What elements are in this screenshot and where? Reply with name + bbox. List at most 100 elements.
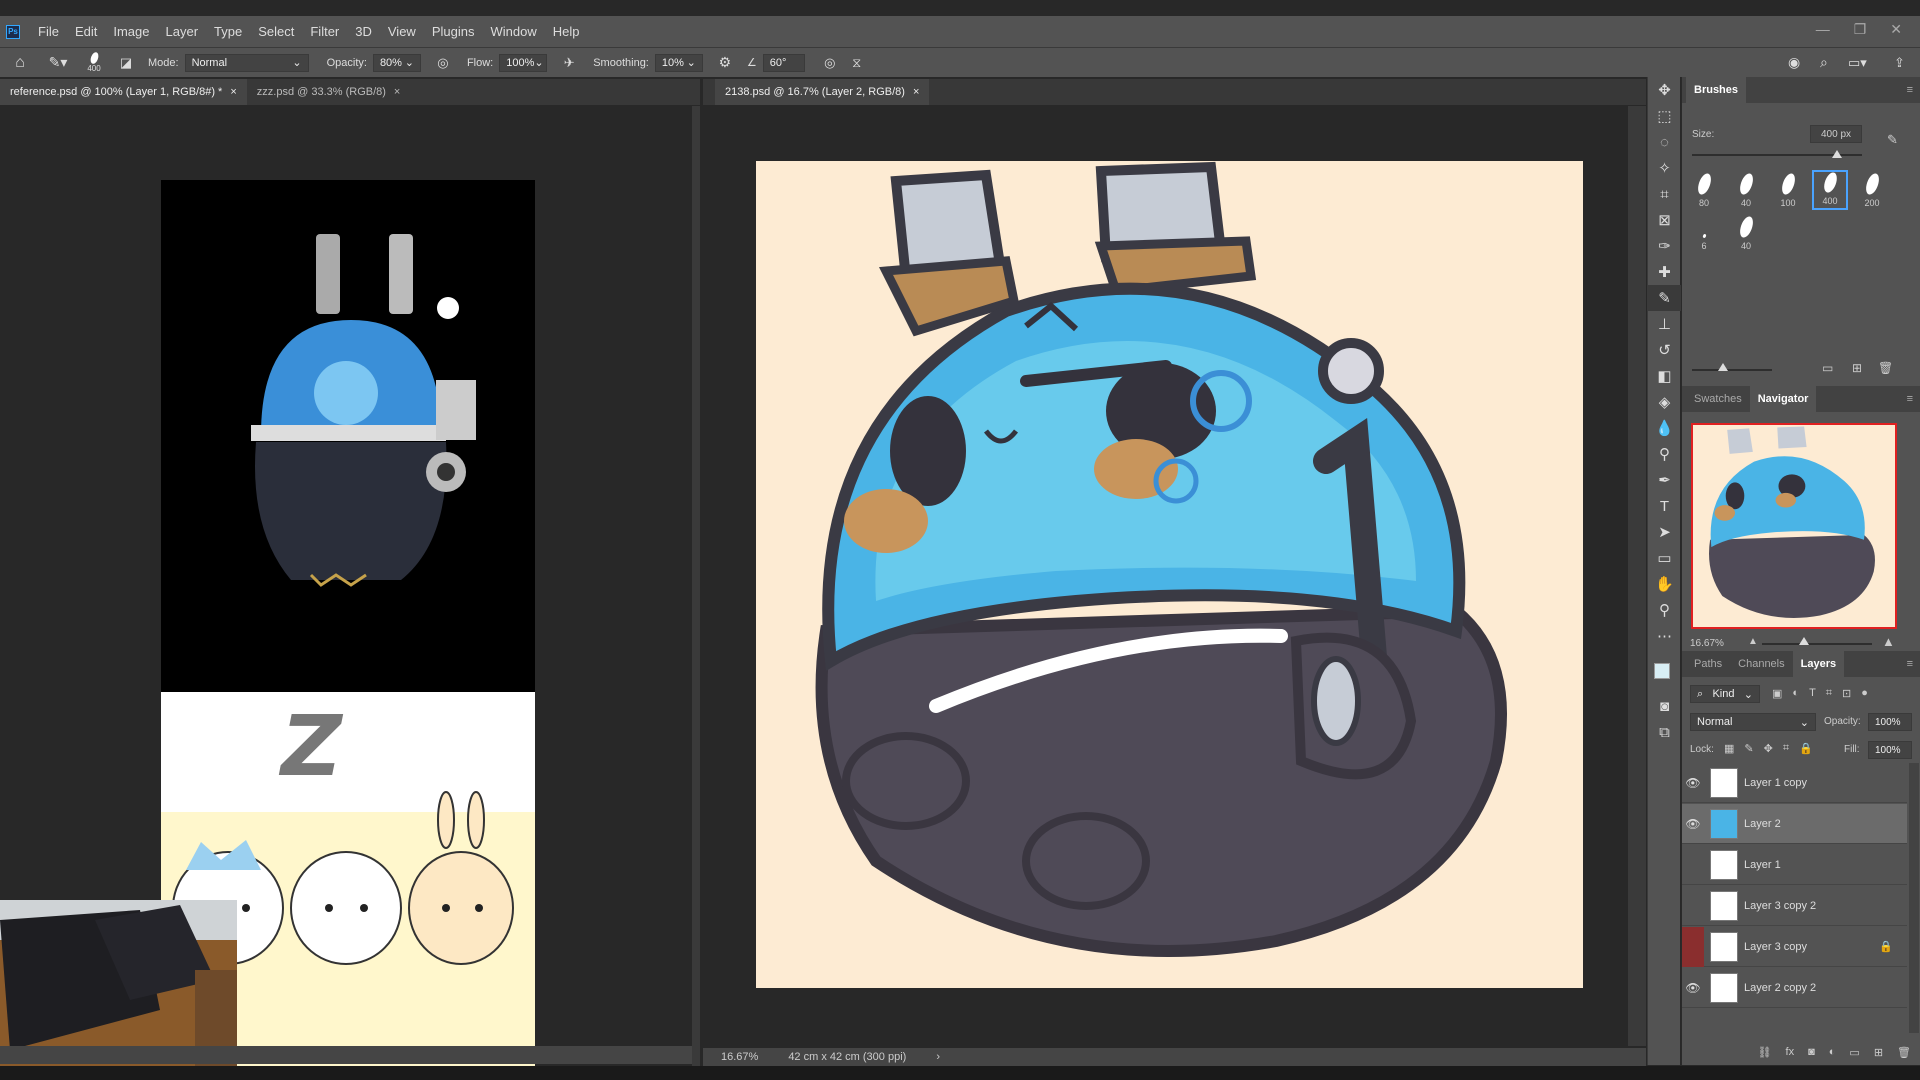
zoom-out-icon[interactable]: ▲ bbox=[1748, 636, 1758, 647]
navigator-zoom-handle[interactable] bbox=[1799, 637, 1809, 645]
lock-pixels-icon[interactable]: ✎ bbox=[1744, 742, 1753, 755]
tab-paths[interactable]: Paths bbox=[1686, 651, 1730, 677]
menu-select[interactable]: Select bbox=[250, 24, 302, 39]
share-icon[interactable]: ⇪ bbox=[1894, 55, 1905, 71]
navigator-zoom-slider[interactable] bbox=[1762, 643, 1872, 645]
opacity-field[interactable]: 80% ⌄ bbox=[372, 53, 421, 72]
layer-row[interactable]: Layer 3 copy 🔒 bbox=[1682, 926, 1907, 967]
angle-field[interactable]: 60° bbox=[762, 53, 805, 72]
workspace-icon[interactable]: ▭▾ bbox=[1848, 55, 1867, 71]
lock-transparency-icon[interactable]: ▦ bbox=[1724, 742, 1734, 755]
brush-preset[interactable]: 100 bbox=[1770, 170, 1806, 210]
close-window-icon[interactable]: ✕ bbox=[1890, 21, 1902, 38]
tab-2138[interactable]: 2138.psd @ 16.7% (Layer 2, RGB/8) × bbox=[715, 79, 930, 105]
close-icon[interactable]: × bbox=[394, 86, 400, 98]
preview-size-slider-handle[interactable] bbox=[1718, 363, 1728, 371]
menu-filter[interactable]: Filter bbox=[302, 24, 347, 39]
tab-zzz[interactable]: zzz.psd @ 33.3% (RGB/8) × bbox=[247, 79, 411, 105]
trash-icon[interactable]: 🗑 bbox=[1878, 361, 1893, 375]
new-brush-icon[interactable]: ⊞ bbox=[1852, 361, 1862, 375]
magic-wand-tool-icon[interactable]: ✧ bbox=[1648, 155, 1681, 181]
pressure-size-icon[interactable]: ◎ bbox=[815, 55, 845, 71]
zoom-in-icon[interactable]: ▲ bbox=[1882, 634, 1895, 649]
divider[interactable] bbox=[692, 106, 700, 1066]
filter-toggle-icon[interactable]: ● bbox=[1861, 687, 1868, 700]
panel-menu-icon[interactable]: ≡ bbox=[1907, 84, 1913, 96]
pen-tool-icon[interactable]: ✒ bbox=[1648, 467, 1681, 493]
brush-preset[interactable]: 40 bbox=[1728, 170, 1764, 210]
flow-field[interactable]: 100% ⌄ bbox=[499, 53, 548, 72]
tab-navigator[interactable]: Navigator bbox=[1749, 386, 1817, 412]
menu-type[interactable]: Type bbox=[206, 24, 250, 39]
navigator-preview[interactable] bbox=[1691, 423, 1897, 629]
marquee-tool-icon[interactable]: ⬚ bbox=[1648, 103, 1681, 129]
tab-layers[interactable]: Layers bbox=[1792, 651, 1845, 677]
tab-swatches[interactable]: Swatches bbox=[1686, 386, 1750, 412]
brush-preset[interactable]: 40 bbox=[1728, 213, 1764, 253]
blend-mode-dropdown[interactable]: Normal ⌄ bbox=[1690, 713, 1816, 731]
link-layers-icon[interactable]: ⛓ bbox=[1758, 1046, 1772, 1059]
brush-preset-selected[interactable]: 400 bbox=[1812, 170, 1848, 210]
eraser-tool-icon[interactable]: ◧ bbox=[1648, 363, 1681, 389]
brush-settings-icon[interactable]: ◪ bbox=[112, 55, 140, 71]
zoom-tool-icon[interactable]: ⚲ bbox=[1648, 597, 1681, 623]
visibility-eye-icon[interactable]: 👁 bbox=[1682, 968, 1704, 1008]
photoshop-logo-icon[interactable]: Ps bbox=[6, 24, 20, 39]
frame-tool-icon[interactable]: ⊠ bbox=[1648, 207, 1681, 233]
visibility-eye-icon[interactable]: 👁 bbox=[1682, 763, 1704, 803]
crop-tool-icon[interactable]: ⌗ bbox=[1648, 181, 1681, 207]
minimize-icon[interactable]: — bbox=[1816, 21, 1830, 38]
tab-channels[interactable]: Channels bbox=[1730, 651, 1792, 677]
size-field[interactable]: 400 px bbox=[1810, 125, 1862, 143]
shape-filter-icon[interactable]: ⌗ bbox=[1826, 687, 1832, 700]
pressure-opacity-icon[interactable]: ◎ bbox=[431, 55, 455, 71]
lock-all-icon[interactable]: 🔒 bbox=[1799, 742, 1813, 755]
eyedropper-tool-icon[interactable]: ✑ bbox=[1648, 233, 1681, 259]
tab-brushes[interactable]: Brushes bbox=[1686, 77, 1747, 103]
symmetry-icon[interactable]: ⧖ bbox=[845, 55, 869, 71]
restore-icon[interactable]: ❐ bbox=[1854, 21, 1867, 38]
main-canvas[interactable] bbox=[756, 161, 1583, 988]
size-slider-handle[interactable] bbox=[1832, 150, 1842, 158]
brush-preset[interactable]: 200 bbox=[1854, 170, 1890, 210]
visibility-toggle-empty[interactable] bbox=[1682, 926, 1704, 967]
path-selection-tool-icon[interactable]: ➤ bbox=[1648, 519, 1681, 545]
menu-window[interactable]: Window bbox=[482, 24, 544, 39]
layer-row-selected[interactable]: 👁 Layer 2 bbox=[1682, 804, 1907, 844]
lock-position-icon[interactable]: ✥ bbox=[1764, 742, 1773, 755]
menu-image[interactable]: Image bbox=[105, 24, 157, 39]
blur-tool-icon[interactable]: 💧 bbox=[1648, 415, 1681, 441]
visibility-toggle-empty[interactable] bbox=[1682, 886, 1704, 926]
visibility-eye-icon[interactable]: 👁 bbox=[1682, 804, 1704, 844]
close-icon[interactable]: × bbox=[913, 86, 919, 98]
add-mask-icon[interactable]: ◙ bbox=[1808, 1046, 1815, 1058]
brush-preset-picker[interactable]: 400 bbox=[76, 49, 112, 77]
visibility-toggle-empty[interactable] bbox=[1682, 845, 1704, 885]
layer-row[interactable]: 👁 Layer 1 copy bbox=[1682, 763, 1907, 803]
vertical-scrollbar[interactable] bbox=[1628, 106, 1646, 1046]
image-filter-icon[interactable]: ▣ bbox=[1772, 687, 1782, 700]
clone-stamp-tool-icon[interactable]: ⊥ bbox=[1648, 311, 1681, 337]
type-tool-icon[interactable]: T bbox=[1648, 493, 1681, 519]
type-filter-icon[interactable]: T bbox=[1809, 687, 1816, 700]
healing-brush-tool-icon[interactable]: ✚ bbox=[1648, 259, 1681, 285]
gear-icon[interactable]: ⚙ bbox=[713, 54, 737, 71]
layer-row[interactable]: Layer 1 bbox=[1682, 845, 1907, 885]
layers-scrollbar[interactable] bbox=[1909, 763, 1919, 1033]
zoom-readout[interactable]: 16.67% bbox=[721, 1051, 758, 1063]
trash-icon[interactable]: 🗑 bbox=[1897, 1046, 1911, 1059]
menu-layer[interactable]: Layer bbox=[158, 24, 207, 39]
layer-filter-kind[interactable]: ⌕ Kind ⌄ bbox=[1690, 685, 1760, 703]
status-arrow-icon[interactable]: › bbox=[936, 1051, 940, 1063]
brush-tool-icon[interactable]: ✎▾ bbox=[40, 54, 76, 71]
menu-edit[interactable]: Edit bbox=[67, 24, 105, 39]
lasso-tool-icon[interactable]: ◌ bbox=[1648, 129, 1681, 155]
panel-menu-icon[interactable]: ≡ bbox=[1907, 658, 1913, 670]
cloud-icon[interactable]: ◉ bbox=[1788, 54, 1800, 71]
brush-preset[interactable]: 80 bbox=[1686, 170, 1722, 210]
rectangle-tool-icon[interactable]: ▭ bbox=[1648, 545, 1681, 571]
fill-field[interactable]: 100% bbox=[1868, 741, 1912, 759]
layer-row[interactable]: Layer 3 copy 2 bbox=[1682, 886, 1907, 926]
menu-help[interactable]: Help bbox=[545, 24, 588, 39]
adjustment-filter-icon[interactable]: ◐ bbox=[1792, 687, 1799, 700]
